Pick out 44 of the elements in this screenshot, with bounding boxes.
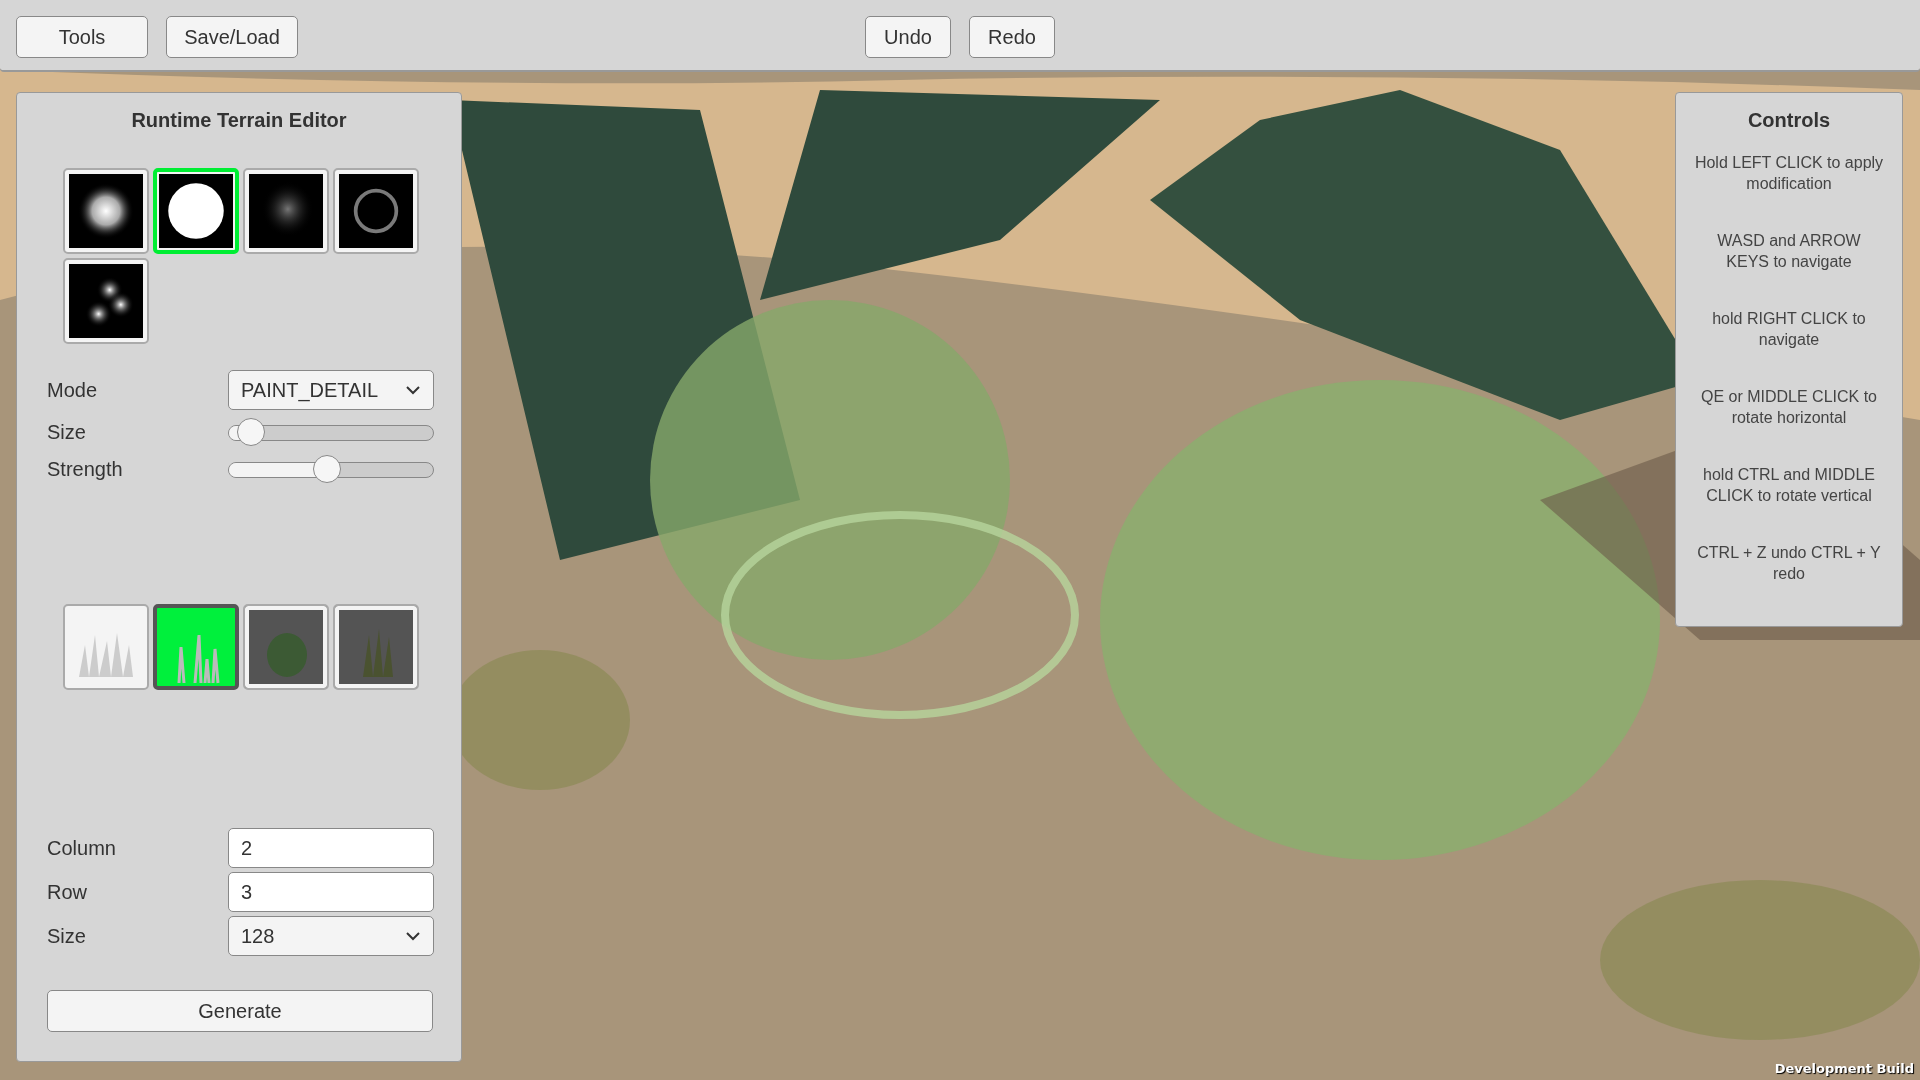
control-hint: CTRL + Z undo CTRL + Y redo (1696, 543, 1882, 584)
brush-shape-icon (339, 174, 413, 248)
generate-button[interactable]: Generate (47, 990, 433, 1032)
field-label: Row (47, 880, 88, 904)
brush-shape-icon (159, 174, 233, 248)
slider[interactable] (228, 417, 434, 448)
build-label: Development Build (1774, 1061, 1914, 1076)
field-label: Size (47, 924, 87, 948)
toolbar-button[interactable]: Tools (16, 16, 148, 58)
field-label: Strength (47, 458, 124, 481)
chevron-icon (405, 931, 421, 941)
control-hint: hold CTRL and MIDDLE CLICK to rotate vertical (1702, 465, 1876, 506)
slider-thumb[interactable] (312, 454, 341, 483)
toolbar-button[interactable]: Save/Load (166, 16, 298, 58)
slider-thumb[interactable] (237, 417, 266, 446)
control-hint: WASD and ARROW KEYS to navigate (1716, 231, 1862, 272)
panel-title: Controls (1746, 109, 1832, 132)
control-hint: QE or MIDDLE CLICK to rotate horizontal (1699, 387, 1878, 428)
control-hint: Hold LEFT CLICK to apply modification (1694, 153, 1884, 194)
detail-tile[interactable] (243, 604, 329, 690)
field-label: Column (47, 836, 117, 860)
mode-dropdown[interactable]: PAINT_DETAIL (228, 370, 434, 410)
brush-shape-icon (69, 174, 143, 248)
toolbar-button[interactable]: Redo (969, 16, 1055, 58)
panel-title: Runtime Terrain Editor (130, 109, 348, 132)
slider[interactable] (228, 454, 434, 485)
size-dropdown[interactable]: 128 (228, 916, 434, 956)
brush-shape-icon (249, 174, 323, 248)
brush-shape-icon (69, 264, 143, 338)
brush-tile[interactable] (153, 168, 239, 254)
brush-tile[interactable] (333, 168, 419, 254)
field-label: Mode (47, 378, 99, 402)
brush-tile[interactable] (63, 258, 149, 344)
brush-tile[interactable] (243, 168, 329, 254)
detail-tile[interactable] (153, 604, 239, 690)
toolbar-button[interactable]: Undo (865, 16, 951, 58)
column-field[interactable]: 2 (228, 828, 434, 868)
brush-tile[interactable] (63, 168, 149, 254)
control-hint: hold RIGHT CLICK to navigate (1711, 309, 1867, 350)
row-field[interactable]: 3 (228, 872, 434, 912)
chevron-icon (405, 385, 421, 395)
detail-tile[interactable] (63, 604, 149, 690)
detail-tile[interactable] (333, 604, 419, 690)
field-label: Size (47, 421, 87, 444)
